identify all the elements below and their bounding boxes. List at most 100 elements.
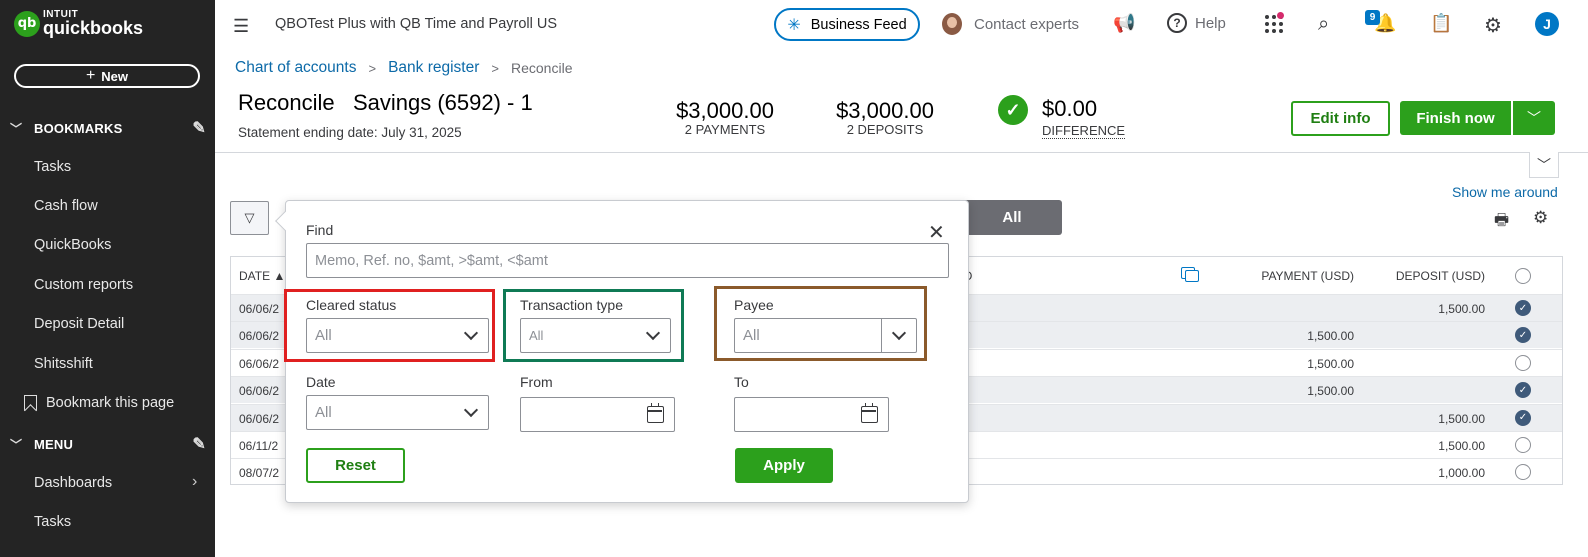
sidebar-item-shitsshift[interactable]: Shitsshift	[34, 356, 93, 372]
column-header-payment[interactable]: PAYMENT (USD)	[1261, 257, 1354, 294]
find-search-input[interactable]	[306, 243, 949, 278]
sidebar-item-dashboards[interactable]: Dashboards	[34, 475, 112, 491]
help-button[interactable]: ? Help	[1167, 13, 1226, 33]
chevron-down-icon: ﹀	[10, 437, 23, 452]
page-title: Reconcile Savings (6592) - 1	[238, 90, 533, 115]
row-payment: 1,500.00	[1307, 329, 1354, 344]
sparkle-icon: ✳	[787, 16, 801, 34]
checkmark-icon: ✓	[998, 95, 1028, 125]
quickbooks-logo[interactable]: qb INTUIT quickbooks	[14, 10, 143, 37]
date-select[interactable]: All	[306, 395, 489, 430]
cleared-status-highlight	[284, 289, 495, 362]
apps-grid-icon[interactable]	[1265, 12, 1284, 33]
row-date: 06/06/2	[239, 384, 280, 399]
filter-funnel-icon[interactable]: ▽	[230, 201, 269, 235]
collapse-header-chevron-icon[interactable]: ﹀	[1529, 152, 1559, 178]
row-date: 06/11/2	[239, 439, 279, 453]
search-icon[interactable]: ⌕	[1318, 13, 1329, 36]
gear-icon[interactable]: ⚙	[1484, 13, 1502, 38]
contact-experts-button[interactable]: Contact experts	[942, 13, 1079, 35]
left-navigation: qb INTUIT quickbooks + New ﹀ BOOKMARKS ✎…	[0, 0, 215, 557]
edit-pencil-icon[interactable]: ✎	[192, 434, 206, 454]
clipboard-icon[interactable]: 📋	[1430, 13, 1452, 34]
sidebar-item-quickbooks[interactable]: QuickBooks	[34, 237, 111, 253]
to-date-input[interactable]	[734, 397, 889, 432]
business-feed-button[interactable]: ✳ Business Feed	[774, 8, 920, 41]
deposits-summary: $3,000.00 2 DEPOSITS	[834, 98, 936, 137]
show-me-around-link[interactable]: Show me around	[1452, 184, 1558, 200]
sidebar-item-deposit-detail[interactable]: Deposit Detail	[34, 316, 124, 332]
row-cleared-toggle[interactable]: ✓	[1515, 409, 1531, 426]
deposits-amount: $3,000.00	[836, 98, 934, 123]
breadcrumb-chart-of-accounts[interactable]: Chart of accounts	[235, 59, 356, 77]
row-date: 08/07/2	[239, 466, 280, 481]
breadcrumb-bank-register[interactable]: Bank register	[388, 59, 479, 77]
collapse-menu-icon[interactable]: ☰	[233, 16, 249, 37]
copy-columns-icon[interactable]	[1181, 267, 1199, 282]
new-button[interactable]: + New	[14, 64, 200, 88]
megaphone-icon[interactable]: 📢	[1113, 13, 1135, 34]
date-label: Date	[306, 374, 336, 390]
bookmark-this-page-label: Bookmark this page	[46, 395, 175, 411]
menu-section-header[interactable]: ﹀ MENU ✎	[10, 432, 206, 456]
plus-icon: +	[85, 67, 96, 84]
bookmarks-section-header[interactable]: ﹀ BOOKMARKS ✎	[10, 116, 206, 140]
row-cleared-toggle[interactable]: ✓	[1515, 382, 1531, 399]
bookmark-icon	[24, 395, 37, 411]
sidebar-item-custom-reports[interactable]: Custom reports	[34, 277, 133, 293]
table-settings-gear-icon[interactable]: ⚙	[1533, 208, 1548, 228]
payments-summary: $3,000.00 2 PAYMENTS	[674, 98, 776, 137]
row-date: 06/06/2	[239, 411, 280, 426]
row-cleared-toggle[interactable]: ✓	[1515, 327, 1531, 344]
reset-button[interactable]: Reset	[306, 448, 405, 483]
calendar-icon[interactable]	[647, 403, 664, 423]
row-cleared-toggle[interactable]	[1515, 464, 1531, 481]
finish-now-button[interactable]: Finish now	[1400, 101, 1511, 135]
company-name: QBOTest Plus with QB Time and Payroll US	[275, 16, 558, 32]
finish-dropdown-chevron-icon[interactable]: ﹀	[1513, 101, 1555, 135]
row-deposit: 1,500.00	[1438, 411, 1485, 426]
calendar-icon[interactable]	[861, 403, 878, 423]
row-deposit: 1,000.00	[1438, 466, 1485, 481]
difference-label[interactable]: DIFFERENCE	[1042, 123, 1126, 139]
business-feed-label: Business Feed	[810, 16, 907, 33]
column-header-deposit[interactable]: DEPOSIT (USD)	[1396, 257, 1485, 294]
logo-quickbooks-text: quickbooks	[43, 18, 144, 38]
sidebar-item-tasks[interactable]: Tasks	[34, 159, 71, 175]
help-icon: ?	[1167, 13, 1187, 33]
user-avatar[interactable]: J	[1535, 12, 1559, 36]
edit-info-button[interactable]: Edit info	[1291, 101, 1390, 136]
select-all-radio[interactable]	[1515, 268, 1531, 284]
payee-highlight	[714, 286, 927, 361]
breadcrumb-separator: >	[491, 60, 499, 76]
row-cleared-toggle[interactable]	[1515, 437, 1531, 453]
bookmark-this-page-link[interactable]: Bookmark this page	[24, 395, 174, 411]
edit-pencil-icon[interactable]: ✎	[192, 118, 206, 138]
column-header-date[interactable]: DATE ▲	[239, 257, 285, 294]
payments-amount: $3,000.00	[676, 98, 774, 123]
row-date: 06/06/2	[239, 302, 280, 316]
transaction-type-highlight	[503, 289, 684, 362]
chevron-down-icon	[463, 402, 479, 418]
row-date: 06/06/2	[239, 356, 280, 371]
sidebar-item-cash-flow[interactable]: Cash flow	[34, 198, 98, 214]
apply-button[interactable]: Apply	[735, 448, 833, 483]
find-label: Find	[306, 222, 334, 238]
statement-ending-date: Statement ending date: July 31, 2025	[238, 125, 462, 140]
difference-amount: $0.00	[1042, 96, 1098, 121]
bookmarks-label: BOOKMARKS	[34, 120, 123, 136]
tab-all[interactable]: All	[962, 200, 1062, 235]
menu-label: MENU	[34, 436, 74, 452]
row-cleared-toggle[interactable]	[1515, 354, 1531, 371]
new-button-label: New	[101, 68, 129, 84]
payments-label: 2 PAYMENTS	[684, 122, 766, 137]
print-icon[interactable]: 🖶	[1494, 209, 1509, 236]
from-date-input[interactable]	[520, 397, 675, 432]
deposits-label: 2 DEPOSITS	[846, 122, 924, 137]
sidebar-item-tasks-menu[interactable]: Tasks	[34, 514, 71, 530]
close-icon[interactable]: ✕	[928, 223, 945, 243]
chevron-down-icon: ﹀	[10, 121, 23, 136]
help-label: Help	[1195, 14, 1226, 32]
row-cleared-toggle[interactable]: ✓	[1515, 300, 1531, 316]
row-payment: 1,500.00	[1307, 356, 1354, 371]
